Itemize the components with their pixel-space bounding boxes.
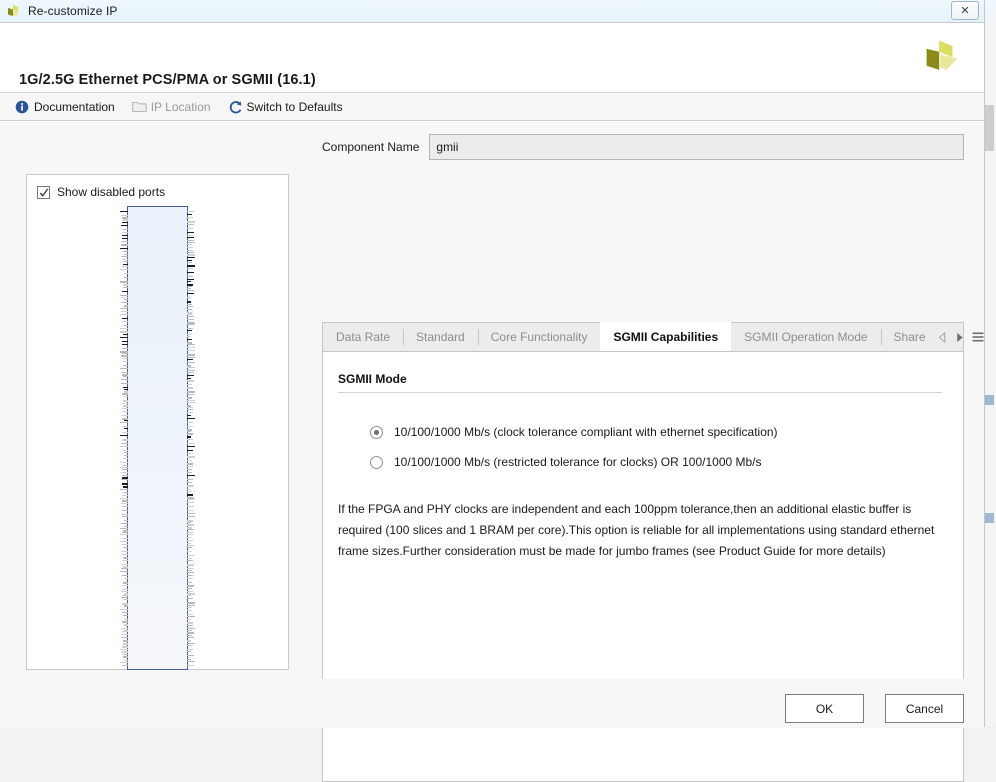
tab-bar: Data Rate Standard Core Functionality SG… xyxy=(322,322,984,352)
close-window-button[interactable]: ✕ xyxy=(951,1,979,20)
component-name-row: Component Name xyxy=(322,134,964,160)
tab-label: Standard xyxy=(416,330,465,344)
component-name-label: Component Name xyxy=(322,140,420,154)
dialog-footer: OK Cancel xyxy=(0,679,984,728)
show-disabled-ports-label: Show disabled ports xyxy=(57,185,166,199)
xilinx-logo-icon xyxy=(6,4,23,19)
switch-to-defaults-button[interactable]: Switch to Defaults xyxy=(228,100,343,114)
documentation-button[interactable]: Documentation xyxy=(15,100,115,114)
window-titlebar: Re-customize IP xyxy=(0,0,984,22)
tab-core-functionality[interactable]: Core Functionality xyxy=(477,323,601,351)
sgmii-mode-option-2[interactable]: 10/100/1000 Mb/s (restricted tolerance f… xyxy=(370,455,762,470)
tab-label: Data Rate xyxy=(336,330,391,344)
port-ticks-left xyxy=(120,207,128,671)
page-title: 1G/2.5G Ethernet PCS/PMA or SGMII (16.1) xyxy=(19,72,316,88)
tab-label: Share xyxy=(893,330,926,344)
sgmii-mode-option-2-label: 10/100/1000 Mb/s (restricted tolerance f… xyxy=(394,455,762,469)
refresh-icon xyxy=(228,100,242,114)
sgmii-mode-option-1-label: 10/100/1000 Mb/s (clock tolerance compli… xyxy=(394,425,778,439)
dialog-content: Show disabled ports Component Name Data … xyxy=(0,122,984,782)
cancel-button[interactable]: Cancel xyxy=(885,694,964,723)
ip-dialog: 1G/2.5G Ethernet PCS/PMA or SGMII (16.1) xyxy=(0,22,984,782)
background-edge-strip xyxy=(984,0,996,727)
tab-label: Core Functionality xyxy=(490,330,588,344)
sgmii-mode-group-title: SGMII Mode xyxy=(338,372,407,386)
tab-share[interactable]: Share xyxy=(880,323,930,351)
tab-sgmii-operation-mode[interactable]: SGMII Operation Mode xyxy=(731,323,880,351)
port-diagram-panel: Show disabled ports xyxy=(26,174,289,670)
chevron-left-icon[interactable] xyxy=(938,331,947,343)
sgmii-mode-option-1[interactable]: 10/100/1000 Mb/s (clock tolerance compli… xyxy=(370,425,778,440)
folder-icon xyxy=(131,100,147,114)
tab-label: SGMII Capabilities xyxy=(613,330,719,344)
edge-scroll-mark xyxy=(985,105,994,151)
close-icon: ✕ xyxy=(960,5,970,17)
edge-mark xyxy=(985,395,994,405)
recustomize-ip-window: Re-customize IP 1G/2.5G Ethernet PCS/PMA… xyxy=(0,0,984,782)
tab-sgmii-capabilities[interactable]: SGMII Capabilities xyxy=(600,322,732,352)
sgmii-mode-description: If the FPGA and PHY clocks are independe… xyxy=(338,502,935,558)
ip-location-label: IP Location xyxy=(150,99,211,114)
info-icon xyxy=(15,100,29,114)
ip-block-symbol[interactable] xyxy=(120,206,195,670)
tab-data-rate[interactable]: Data Rate xyxy=(323,323,403,351)
tab-standard[interactable]: Standard xyxy=(403,323,478,351)
port-ticks-right xyxy=(187,207,195,671)
dialog-header: 1G/2.5G Ethernet PCS/PMA or SGMII (16.1) xyxy=(0,23,984,93)
documentation-label: Documentation xyxy=(34,99,115,114)
component-name-input[interactable] xyxy=(429,134,964,160)
group-separator xyxy=(338,392,942,393)
window-title: Re-customize IP xyxy=(28,4,118,18)
hamburger-menu-icon[interactable] xyxy=(972,331,984,343)
tab-label: SGMII Operation Mode xyxy=(744,330,868,344)
dialog-toolbar: Documentation IP Location Switch to Defa… xyxy=(0,93,984,121)
configuration-panel: Component Name Data Rate Standard Core F… xyxy=(322,134,984,782)
radio-button-selected xyxy=(370,426,383,439)
xilinx-logo-icon xyxy=(921,37,963,79)
radio-button-unselected xyxy=(370,456,383,469)
ok-button[interactable]: OK xyxy=(785,694,864,723)
show-disabled-ports-checkbox[interactable]: Show disabled ports xyxy=(37,185,165,199)
checkbox-box xyxy=(37,185,50,199)
ip-location-button[interactable]: IP Location xyxy=(131,99,211,114)
switch-to-defaults-label: Switch to Defaults xyxy=(246,99,343,114)
edge-mark xyxy=(985,513,994,523)
tab-navigation xyxy=(930,323,992,351)
chevron-right-icon[interactable] xyxy=(955,332,964,343)
